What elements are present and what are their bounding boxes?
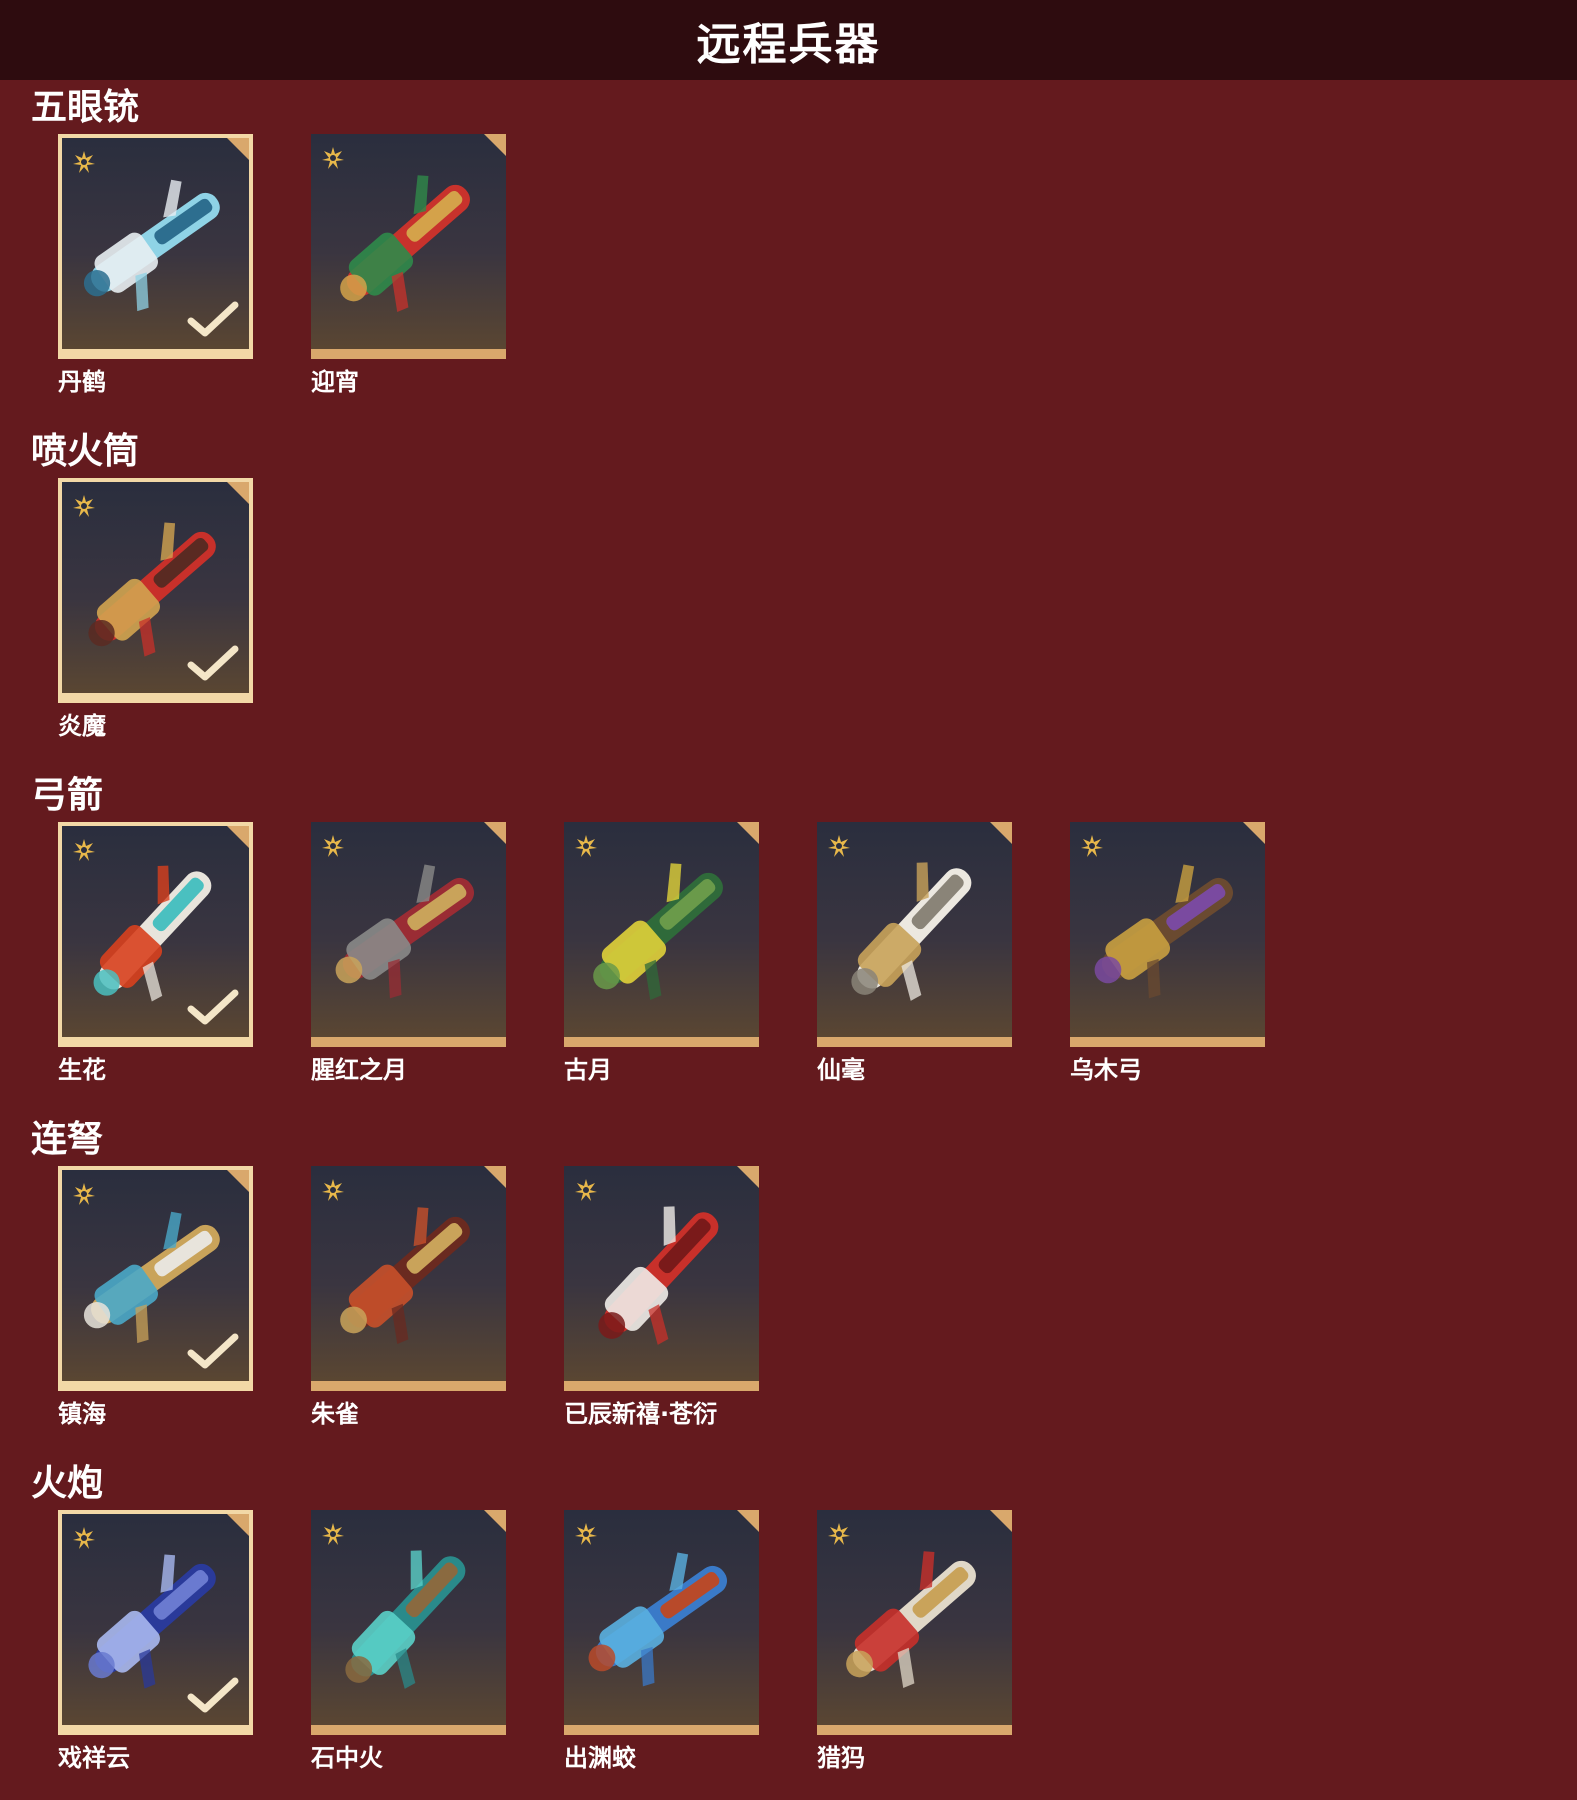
cloud-cannon-icon (58, 1510, 253, 1735)
corner-tag-icon (737, 1510, 759, 1532)
corner-tag-icon (484, 134, 506, 156)
corner-tag-icon (227, 1514, 249, 1536)
red-flame-tube-icon (58, 478, 253, 703)
section-title: 五眼铳 (31, 87, 140, 128)
checkmark-icon (187, 989, 239, 1025)
blue-white-crane-gun-icon (58, 134, 253, 359)
gear-badge-icon (575, 1523, 597, 1545)
weapon-name: 戏祥云 (58, 1744, 130, 1772)
gear-badge-icon (73, 495, 95, 517)
weapon-card[interactable]: 乌木弓 (1070, 822, 1265, 1085)
weapon-card[interactable]: 戏祥云 (58, 1510, 253, 1773)
flower-bow-icon (58, 822, 253, 1047)
corner-tag-icon (227, 1170, 249, 1192)
corner-tag-icon (484, 1510, 506, 1532)
weapon-card[interactable]: 丹鹤 (58, 134, 253, 397)
weapon-name: 腥红之月 (311, 1056, 407, 1084)
corner-tag-icon (990, 1510, 1012, 1532)
corner-tag-icon (1243, 822, 1265, 844)
gear-badge-icon (575, 1179, 597, 1201)
weapon-card[interactable]: 已辰新禧·苍衍 (564, 1166, 759, 1429)
weapon-card[interactable]: 腥红之月 (311, 822, 506, 1085)
gear-badge-icon (575, 835, 597, 857)
corner-tag-icon (737, 822, 759, 844)
weapon-name: 迎宵 (311, 368, 359, 396)
corner-tag-icon (227, 826, 249, 848)
section-title: 弓箭 (31, 775, 104, 816)
weapon-name: 炎魔 (58, 712, 106, 740)
weapon-name: 出渊蛟 (564, 1744, 636, 1772)
weapon-name: 丹鹤 (58, 368, 106, 396)
weapon-card[interactable]: 炎魔 (58, 478, 253, 741)
gear-badge-icon (322, 147, 344, 169)
weapon-card[interactable]: 石中火 (311, 1510, 506, 1773)
weapon-card[interactable]: 出渊蛟 (564, 1510, 759, 1773)
checkmark-icon (187, 645, 239, 681)
checkmark-icon (187, 1677, 239, 1713)
blue-dragon-cannon-icon (564, 1510, 759, 1735)
gear-badge-icon (828, 1523, 850, 1545)
section-title: 连弩 (31, 1119, 104, 1160)
gear-badge-icon (322, 1179, 344, 1201)
gear-badge-icon (322, 1523, 344, 1545)
red-mammoth-cannon-icon (817, 1510, 1012, 1735)
weapon-name: 猎犸 (817, 1744, 865, 1772)
section-title: 喷火筒 (31, 431, 140, 472)
gear-badge-icon (73, 151, 95, 173)
red-white-crossbow-icon (564, 1166, 759, 1391)
gear-badge-icon (73, 839, 95, 861)
page-title: 远程兵器 (696, 19, 881, 70)
crimson-moon-bow-icon (311, 822, 506, 1047)
weapon-name: 仙毫 (817, 1056, 865, 1084)
vermilion-bird-crossbow-icon (311, 1166, 506, 1391)
gear-badge-icon (828, 835, 850, 857)
checkmark-icon (187, 301, 239, 337)
teal-stone-cannon-icon (311, 1510, 506, 1735)
ebony-bow-icon (1070, 822, 1265, 1047)
corner-tag-icon (990, 822, 1012, 844)
weapon-name: 朱雀 (311, 1400, 359, 1428)
weapon-card[interactable]: 生花 (58, 822, 253, 1085)
section-title: 火炮 (31, 1463, 104, 1504)
weapon-name: 生花 (58, 1056, 106, 1084)
corner-tag-icon (227, 482, 249, 504)
weapon-card[interactable]: 古月 (564, 822, 759, 1085)
ancient-moon-bow-icon (564, 822, 759, 1047)
weapon-card[interactable]: 朱雀 (311, 1166, 506, 1429)
corner-tag-icon (484, 822, 506, 844)
page-header: 远程兵器 (0, 0, 1577, 80)
weapon-name: 已辰新禧·苍衍 (564, 1400, 718, 1428)
gear-badge-icon (73, 1183, 95, 1205)
weapon-name: 石中火 (311, 1744, 383, 1772)
weapon-card[interactable]: 镇海 (58, 1166, 253, 1429)
checkmark-icon (187, 1333, 239, 1369)
red-dragon-gun-icon (311, 134, 506, 359)
weapon-card[interactable]: 迎宵 (311, 134, 506, 397)
weapon-name: 镇海 (58, 1400, 106, 1428)
sea-crossbow-icon (58, 1166, 253, 1391)
weapon-name: 古月 (564, 1056, 612, 1084)
corner-tag-icon (227, 138, 249, 160)
gear-badge-icon (73, 1527, 95, 1549)
corner-tag-icon (737, 1166, 759, 1188)
weapon-card[interactable]: 猎犸 (817, 1510, 1012, 1773)
gear-badge-icon (322, 835, 344, 857)
gear-badge-icon (1081, 835, 1103, 857)
corner-tag-icon (484, 1166, 506, 1188)
weapon-name: 乌木弓 (1070, 1056, 1142, 1084)
weapon-card[interactable]: 仙毫 (817, 822, 1012, 1085)
white-feather-bow-icon (817, 822, 1012, 1047)
